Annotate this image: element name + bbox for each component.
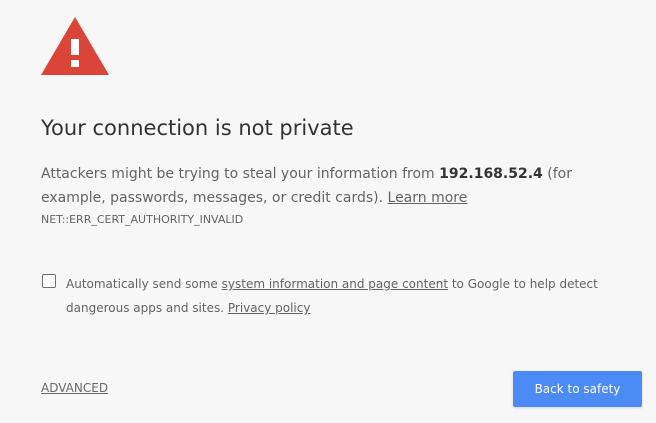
message-text: Attackers might be trying to steal your … (41, 166, 440, 182)
interstitial-page: Your connection is not private Attackers… (0, 0, 656, 423)
report-optin-checkbox[interactable] (42, 274, 56, 288)
warning-triangle-icon (41, 17, 109, 75)
page-title: Your connection is not private (41, 116, 354, 140)
privacy-policy-link[interactable]: Privacy policy (228, 301, 311, 315)
report-optin-label: Automatically send some system informati… (66, 272, 606, 320)
learn-more-link[interactable]: Learn more (388, 190, 468, 206)
advanced-button[interactable]: ADVANCED (41, 381, 108, 395)
back-to-safety-button[interactable]: Back to safety (513, 371, 642, 407)
optin-text: Automatically send some (66, 277, 222, 291)
system-information-link[interactable]: system information and page content (222, 277, 448, 291)
main-message: Attackers might be trying to steal your … (41, 162, 616, 210)
error-code: NET::ERR_CERT_AUTHORITY_INVALID (41, 213, 244, 226)
host-name: 192.168.52.4 (439, 166, 543, 182)
